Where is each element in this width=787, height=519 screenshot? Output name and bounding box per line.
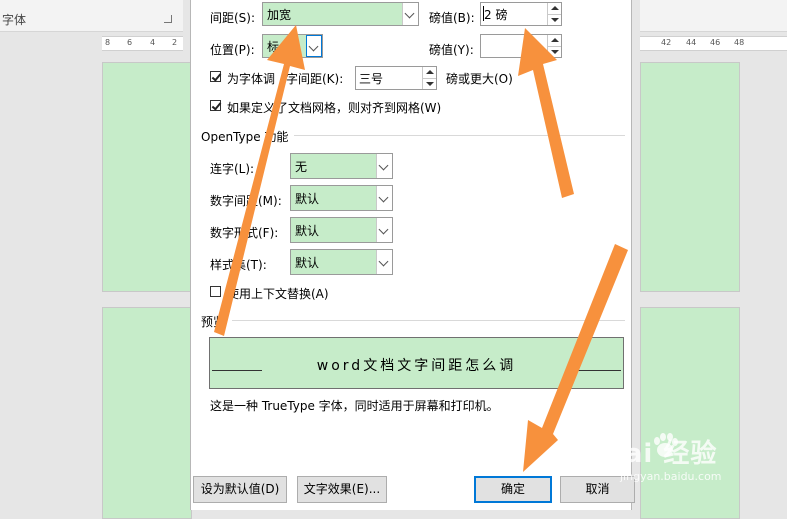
watermark-url: jingyan.baidu.com <box>620 470 722 483</box>
arrow-up-to-spacing <box>214 25 305 336</box>
paw-logo-icon <box>654 433 678 457</box>
arrow-up-to-points <box>518 28 574 198</box>
